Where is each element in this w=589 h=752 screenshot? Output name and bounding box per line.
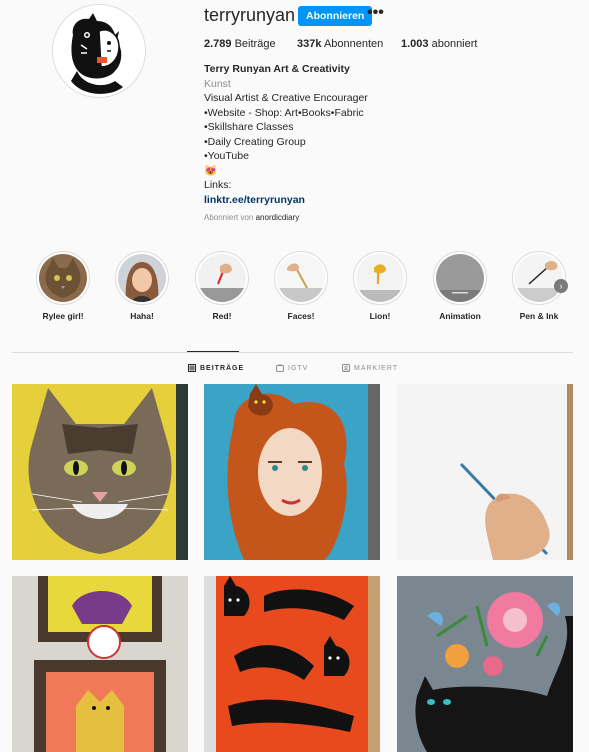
tag-icon <box>342 364 350 372</box>
painting-hand-icon <box>277 254 325 302</box>
painting-hand-icon <box>356 254 404 302</box>
follow-button[interactable]: Abonnieren <box>298 6 373 26</box>
bio-link[interactable]: linktr.ee/terryrunyan <box>204 193 464 208</box>
grey-canvas-icon <box>436 254 484 302</box>
posts-count: 2.789 <box>204 38 232 50</box>
post-red-hair-woman[interactable] <box>204 384 380 560</box>
tab-posts[interactable]: BEITRÄGE <box>188 364 244 372</box>
highlight-label: Rylee girl! <box>42 311 84 321</box>
tab-label: IGTV <box>288 364 309 372</box>
following-stat[interactable]: 1.003 abonniert <box>401 38 477 50</box>
black-cat-flowers-image <box>397 576 573 752</box>
highlight-red[interactable]: Red! <box>187 251 257 321</box>
followers-label: Abonnenten <box>323 38 384 50</box>
bio-emoji: 😻 <box>204 164 218 177</box>
tab-label: MARKIERT <box>354 364 399 372</box>
tab-igtv[interactable]: IGTV <box>276 364 308 372</box>
highlight-label: Faces! <box>287 311 315 321</box>
tab-label: BEITRÄGE <box>200 364 245 372</box>
highlight-animation[interactable]: Animation <box>425 251 495 321</box>
highlight-faces[interactable]: Faces! <box>266 251 336 321</box>
highlight-label: Lion! <box>369 311 391 321</box>
chevron-right-icon[interactable]: › <box>554 279 568 293</box>
bio-line: •Daily Creating Group <box>204 135 306 148</box>
bio-category: Kunst <box>204 77 231 90</box>
profile-username: terryrunyan <box>204 5 296 25</box>
post-hand-painting[interactable] <box>397 384 573 560</box>
bio-line: Visual Artist & Creative Encourager <box>204 92 368 104</box>
painting-hand-icon <box>198 254 246 302</box>
tabs-divider <box>12 352 573 353</box>
hand-painting-image <box>397 384 573 560</box>
tab-tagged[interactable]: MARKIERT <box>342 364 398 372</box>
post-black-cats-orange[interactable] <box>204 576 380 752</box>
followed-by-prefix: Abonniert von <box>204 213 254 222</box>
painting-hand-icon <box>515 254 563 302</box>
bio-line: Links: <box>204 179 232 191</box>
cat-woman-logo-icon <box>53 5 145 97</box>
highlight-label: Haha! <box>130 311 154 321</box>
story-highlights: Rylee girl! Haha! Red! Faces! Lion! Anim… <box>0 251 589 331</box>
more-options-button[interactable]: ••• <box>367 4 384 22</box>
highlight-label: Animation <box>439 311 481 321</box>
highlight-label: Pen & Ink <box>519 311 559 321</box>
post-framed-cat-stitching[interactable] <box>12 576 188 752</box>
followed-by[interactable]: Abonniert von anordicdiary <box>204 211 464 226</box>
black-cats-orange-image <box>204 576 380 752</box>
bio-line: •YouTube <box>204 150 249 162</box>
highlight-haha[interactable]: Haha! <box>107 251 177 321</box>
woman-photo-icon <box>118 254 166 302</box>
cat-photo-icon <box>39 254 87 302</box>
bio-line: •Website - Shop: Art•Books•Fabric <box>204 106 364 119</box>
profile-bio: Terry Runyan Art & Creativity Kunst Visu… <box>204 62 464 226</box>
tv-icon <box>276 364 284 372</box>
following-count: 1.003 <box>401 38 429 50</box>
framed-cat-stitching-image <box>12 576 188 752</box>
active-tab-indicator <box>187 351 239 352</box>
highlight-lion[interactable]: Lion! <box>345 251 415 321</box>
post-black-cat-flowers[interactable] <box>397 576 573 752</box>
highlight-rylee-girl[interactable]: Rylee girl! <box>28 251 98 321</box>
tabby-cat-painting-image <box>12 384 188 560</box>
post-tabby-cat-painting[interactable] <box>12 384 188 560</box>
following-label: abonniert <box>431 38 478 50</box>
followed-by-user[interactable]: anordicdiary <box>256 213 300 222</box>
followers-stat[interactable]: 337k Abonnenten <box>297 38 383 50</box>
grid-icon <box>188 364 196 372</box>
posts-label: Beiträge <box>234 38 276 50</box>
bio-line: •Skillshare Classes <box>204 121 294 133</box>
bio-name: Terry Runyan Art & Creativity <box>204 63 350 75</box>
red-hair-woman-image <box>204 384 380 560</box>
profile-avatar[interactable] <box>52 4 146 98</box>
posts-stat: 2.789 Beiträge <box>204 38 276 50</box>
highlight-label: Red! <box>212 311 232 321</box>
followers-count: 337k <box>297 38 322 50</box>
